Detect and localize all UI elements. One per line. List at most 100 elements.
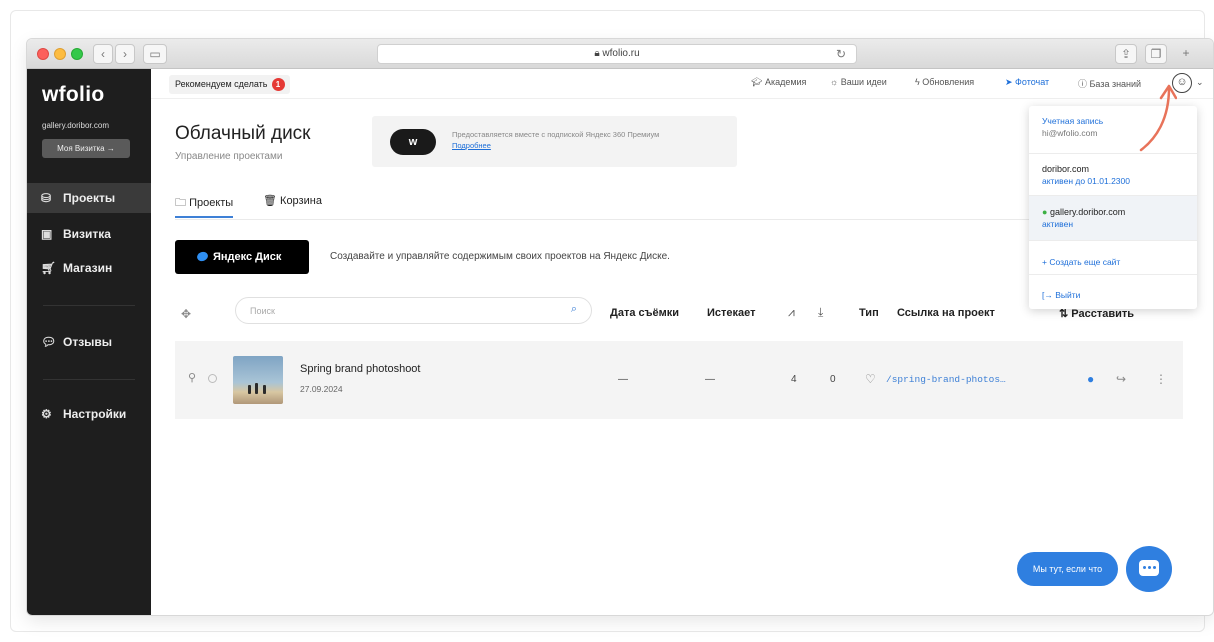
- share-icon[interactable]: ⇪: [1115, 44, 1137, 64]
- reload-icon[interactable]: ↻: [836, 45, 846, 63]
- new-tab-icon[interactable]: +: [1175, 44, 1197, 64]
- dd-site-name: ● gallery.doribor.com: [1042, 207, 1126, 217]
- updates-link[interactable]: ϟ Обновления: [915, 77, 974, 87]
- chat-dot: [1143, 566, 1146, 569]
- folder-icon: 🗀: [175, 197, 190, 209]
- column-project-link[interactable]: Ссылка на проект: [897, 307, 995, 319]
- chat-icon[interactable]: [1126, 546, 1172, 592]
- table-row[interactable]: ⚲ Spring brand photoshoot 27.09.2024 — —…: [175, 341, 1183, 419]
- my-card-button[interactable]: Моя Визитка →: [42, 139, 130, 158]
- minimize-window-button[interactable]: [54, 48, 66, 60]
- dd-site-name: doribor.com: [1042, 164, 1090, 174]
- sidebar-item-reviews[interactable]: 💬︎ Отзывы: [27, 327, 151, 357]
- sidebar-item-settings[interactable]: ⚙︎ Настройки: [27, 399, 151, 429]
- browser-titlebar: ‹ › ▭ 🔒︎ wfolio.ru ↻ ⇪ ❐ +: [27, 39, 1213, 69]
- sidebar-divider: [43, 379, 135, 380]
- project-link[interactable]: /spring-brand-photos…: [886, 374, 1006, 385]
- sidebar-item-label: Магазин: [63, 261, 113, 275]
- logout-icon: [→: [1042, 290, 1056, 300]
- chat-bubble-icon: [1139, 560, 1159, 576]
- dd-site-doribor[interactable]: doribor.com активен до 01.01.2300: [1029, 154, 1197, 196]
- move-icon[interactable]: ✥: [181, 307, 191, 321]
- heart-icon[interactable]: ♡: [865, 372, 876, 386]
- chat-prompt-button[interactable]: Мы тут, если что: [1017, 552, 1118, 586]
- wfolio-360-logo: w: [390, 129, 436, 155]
- question-circle-icon: ⓘ: [1078, 79, 1090, 89]
- recommend-button[interactable]: Рекомендуем сделать 1: [169, 75, 290, 94]
- promo-more-link[interactable]: Подробнее: [452, 141, 491, 150]
- notification-badge: 1: [271, 78, 285, 91]
- tab-projects[interactable]: 🗀 Проекты: [175, 194, 234, 218]
- recommend-label: Рекомендуем сделать: [175, 79, 268, 89]
- database-icon: ⛁: [41, 191, 52, 205]
- gear-icon: ⚙︎: [41, 407, 52, 421]
- share-arrow-icon[interactable]: ↪: [1116, 372, 1126, 386]
- search-field[interactable]: ⌕: [235, 297, 592, 324]
- chat-dot: [1153, 566, 1156, 569]
- active-dot-icon: ●: [1042, 207, 1050, 217]
- download-icon[interactable]: ⤓: [818, 305, 823, 320]
- maximize-window-button[interactable]: [71, 48, 83, 60]
- promo-text: Предоставляется вместе с подпиской Яндек…: [452, 130, 660, 139]
- views-chart-icon[interactable]: ⩘: [788, 305, 795, 320]
- chat-bubbles-icon: 💬︎: [41, 335, 57, 349]
- page-subtitle: Управление проектами: [175, 151, 283, 162]
- sidebar-domain: gallery.doribor.com: [42, 121, 109, 130]
- sidebar-item-shop[interactable]: 🛒︎ Магазин: [27, 253, 151, 283]
- top-bar: Рекомендуем сделать 1 🎓︎ Академия ☼ Ваши…: [151, 69, 1213, 99]
- sidebar-item-label: Отзывы: [63, 335, 113, 349]
- row-select-radio[interactable]: [208, 374, 217, 383]
- sidebar: wfolio gallery.doribor.com Моя Визитка →…: [27, 69, 151, 615]
- column-expires[interactable]: Истекает: [707, 307, 756, 319]
- page-title: Облачный диск: [175, 123, 311, 144]
- cart-icon: 🛒︎: [41, 261, 57, 275]
- project-thumbnail[interactable]: [233, 356, 283, 404]
- address-bar[interactable]: 🔒︎ wfolio.ru ↻: [377, 44, 857, 64]
- chevron-down-icon[interactable]: ⌄: [1196, 77, 1204, 88]
- sidebar-item-projects[interactable]: ⛁ Проекты: [27, 183, 151, 213]
- more-options-icon[interactable]: ⋮: [1155, 372, 1167, 386]
- yandex-disk-icon[interactable]: ●: [1087, 372, 1094, 386]
- chat-dot: [1148, 566, 1151, 569]
- ideas-link[interactable]: ☼ Ваши идеи: [830, 77, 887, 87]
- sidebar-item-label: Настройки: [63, 407, 127, 421]
- logo[interactable]: wfolio: [42, 83, 104, 107]
- tabs-overview-icon[interactable]: ❐: [1145, 44, 1167, 64]
- academy-link[interactable]: 🎓︎ Академия: [751, 77, 806, 88]
- thumbnail-figure: [248, 385, 251, 394]
- downloads-cell: 0: [830, 374, 836, 385]
- photochat-link[interactable]: ➤ Фоточат: [1005, 77, 1049, 88]
- telegram-icon: ➤: [1005, 77, 1016, 87]
- sidebar-item-label: Визитка: [63, 227, 111, 241]
- yandex-disk-icon: [195, 250, 210, 263]
- project-name[interactable]: Spring brand photoshoot: [300, 363, 420, 375]
- sidebar-divider: [43, 305, 135, 306]
- graduation-cap-icon: 🎓︎: [751, 77, 765, 87]
- card-icon: ▣: [41, 227, 53, 241]
- trash-icon: 🗑︎: [263, 195, 281, 207]
- thumbnail-figure: [255, 383, 258, 394]
- back-button[interactable]: ‹: [93, 44, 113, 64]
- promo-banner: w Предоставляется вместе с подпиской Янд…: [372, 116, 737, 167]
- pin-icon[interactable]: ⚲: [188, 371, 196, 384]
- yandex-disk-description: Создавайте и управляйте содержимым своих…: [330, 251, 670, 262]
- dd-site-gallery[interactable]: ● gallery.doribor.com активен: [1029, 196, 1197, 241]
- close-window-button[interactable]: [37, 48, 49, 60]
- column-shoot-date[interactable]: Дата съёмки: [610, 307, 679, 319]
- search-icon[interactable]: ⌕: [571, 303, 577, 316]
- column-type[interactable]: Тип: [859, 307, 879, 319]
- lightbulb-icon: ☼: [830, 77, 841, 87]
- dd-logout[interactable]: [→ Выйти: [1029, 275, 1197, 309]
- expires-cell: —: [705, 374, 715, 385]
- sidebar-toggle-icon[interactable]: ▭: [143, 44, 167, 64]
- forward-button[interactable]: ›: [115, 44, 135, 64]
- tab-trash[interactable]: 🗑︎ Корзина: [263, 194, 322, 218]
- dd-site-status: активен до 01.01.2300: [1042, 176, 1130, 186]
- project-date: 27.09.2024: [300, 384, 343, 394]
- sidebar-item-card[interactable]: ▣ Визитка: [27, 219, 151, 249]
- views-cell: 4: [791, 374, 797, 385]
- sidebar-item-label: Проекты: [63, 191, 116, 205]
- yandex-disk-button[interactable]: Яндекс Диск: [175, 240, 309, 274]
- search-input[interactable]: [250, 304, 550, 318]
- dd-create-site[interactable]: + Создать еще сайт: [1029, 241, 1197, 275]
